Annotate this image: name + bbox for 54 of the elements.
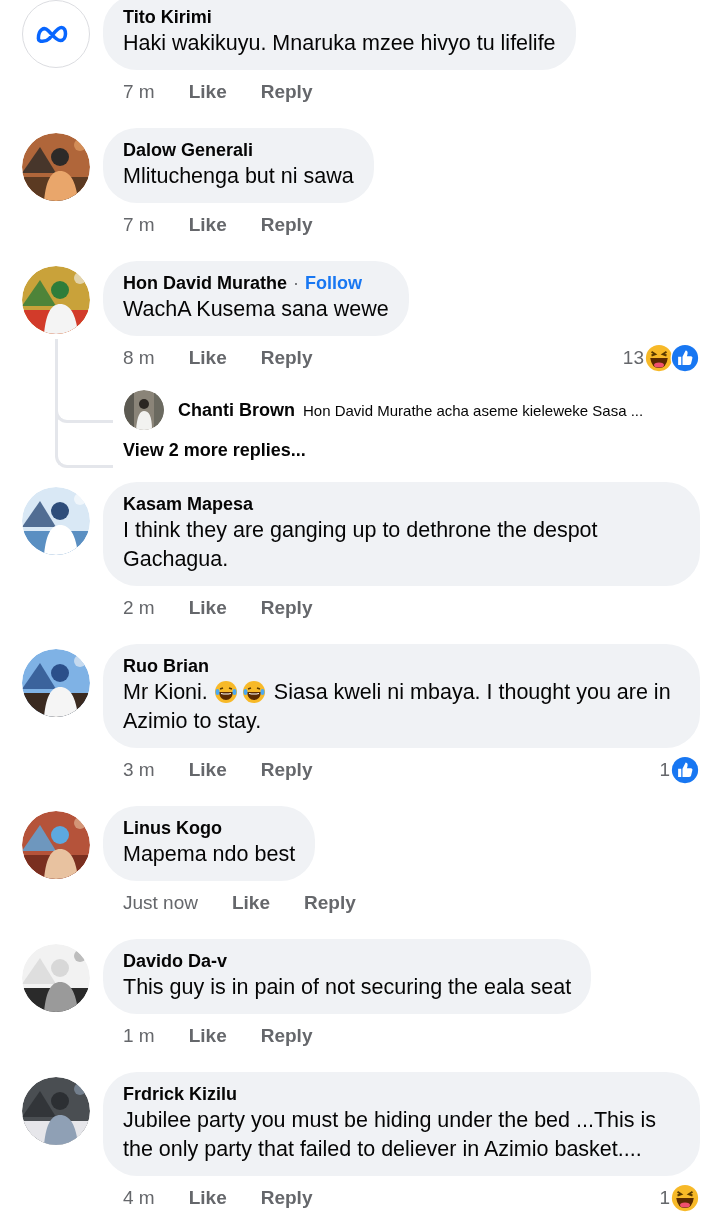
comment-text: I think they are ganging up to dethrone the despot Gachagua. — [123, 517, 599, 573]
thumbs-up-icon — [670, 343, 700, 373]
comment-time: 4 m — [123, 1187, 155, 1209]
author-name[interactable]: Ruo Brian — [123, 654, 209, 678]
like-link[interactable]: Like — [188, 597, 227, 619]
comment-text: WachA Kusema sana wewe — [123, 296, 389, 323]
author-name[interactable]: Davido Da-v — [123, 949, 228, 973]
reaction-count[interactable]: 1 — [659, 759, 670, 781]
comment-text: Haki wakikuyu. Mnaruka mzee hivyo tu lifelife — [123, 30, 556, 57]
laughing-emoji-icon — [241, 680, 266, 704]
comment-text: This guy is in pain of not securing the eala seat — [123, 974, 572, 1001]
comment-time: 7 m — [123, 81, 155, 103]
view-more-replies-link[interactable]: View 2 more replies... — [123, 436, 306, 464]
reply-link[interactable]: Reply — [260, 81, 313, 103]
reply-link[interactable]: Reply — [260, 759, 313, 781]
comment-time: 8 m — [123, 347, 155, 369]
like-link[interactable]: Like — [188, 759, 227, 781]
thumbs-up-icon — [670, 755, 700, 785]
reaction-count[interactable]: 1 — [659, 1187, 670, 1209]
reply-text: Hon David Murathe acha aseme kieleweke Sasa ... — [303, 401, 644, 419]
comment-time: 2 m — [123, 597, 155, 619]
reaction-count[interactable]: 13 — [622, 347, 644, 369]
like-link[interactable]: Like — [188, 81, 227, 103]
reply-link[interactable]: Reply — [260, 1187, 313, 1209]
comment-time: Just now — [123, 892, 198, 914]
like-link[interactable]: Like — [188, 347, 227, 369]
reply-link[interactable]: Reply — [260, 1025, 313, 1047]
author-name[interactable]: Kasam Mapesa — [123, 492, 254, 516]
comment-text: Jubilee party you must be hiding under the bed ...This is the only party that failed to deliever in Azimio basket.... — [123, 1107, 658, 1163]
laughing-reaction-icon — [670, 1183, 700, 1213]
like-link[interactable]: Like — [188, 1187, 227, 1209]
author-name[interactable]: Frdrick Kizilu — [123, 1082, 238, 1106]
reply-link[interactable]: Reply — [304, 892, 356, 914]
comment-time: 3 m — [123, 759, 155, 781]
like-link[interactable]: Like — [232, 892, 270, 914]
author-name[interactable]: Tito Kirimi — [123, 5, 212, 29]
author-name[interactable]: Linus Kogo — [123, 816, 222, 840]
comment-text: Mapema ndo best — [123, 841, 296, 868]
laughing-reaction-icon — [644, 343, 674, 373]
author-name[interactable]: Dalow Generali — [123, 138, 254, 162]
reply-link[interactable]: Reply — [260, 597, 313, 619]
comment-time: 1 m — [123, 1025, 155, 1047]
like-link[interactable]: Like — [188, 214, 227, 236]
reply-link[interactable]: Reply — [260, 347, 313, 369]
comment-text: Mlituchenga but ni sawa — [123, 163, 354, 190]
follow-link[interactable]: Follow — [305, 271, 362, 295]
like-link[interactable]: Like — [188, 1025, 227, 1047]
comment-text: Mr Kioni. Siasa kweli ni mbaya. I thought you are in Azimio to stay. — [123, 679, 672, 735]
author-name[interactable]: Hon David Murathe — [123, 271, 287, 295]
author-name[interactable]: Chanti Brown — [178, 399, 295, 421]
reply-link[interactable]: Reply — [260, 214, 313, 236]
laughing-emoji-icon — [213, 680, 238, 704]
comment-time: 7 m — [123, 214, 155, 236]
separator: · — [293, 272, 299, 295]
